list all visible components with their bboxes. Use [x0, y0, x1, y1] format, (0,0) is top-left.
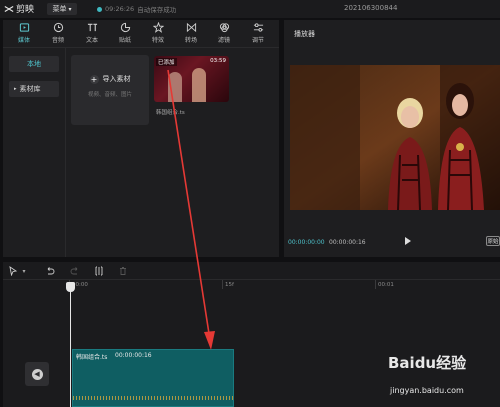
save-status: 09:26:26 自动保存成功 [97, 4, 176, 14]
menu-label: 菜单 [52, 5, 67, 13]
media-panel: 媒体 音频 文本 贴纸 特效 转场 滤镜 调节 本地 ▸ 素材库 + 导入素材 … [3, 20, 279, 257]
media-filename: 韩国组合.ts [156, 110, 185, 116]
watermark-brand: Baidu经验 [388, 354, 467, 372]
player-panel: 播放器 00:00:00:00 00:00:00:16 原始 [284, 20, 500, 257]
ruler-tick [375, 280, 376, 289]
filter-icon [219, 23, 229, 33]
play-button[interactable] [405, 237, 411, 245]
media-toolbar: 媒体 音频 文本 贴纸 特效 转场 滤镜 调节 [3, 20, 279, 48]
undo-button[interactable] [44, 265, 56, 277]
media-icon [19, 23, 29, 32]
audio-waveform [73, 396, 235, 400]
tab-audio-label: 音频 [51, 37, 64, 44]
added-badge: 已添加 [156, 58, 177, 66]
import-media-card[interactable]: + 导入素材 视频、音频、图片 [71, 55, 149, 125]
ruler-label: 00:01 [378, 282, 394, 288]
tab-sticker-label: 贴纸 [118, 37, 131, 44]
timeline-clip[interactable]: 韩国组合.ts 00:00:00:16 [72, 349, 235, 407]
nav-library[interactable]: ▸ 素材库 [9, 81, 59, 97]
sticker-icon [120, 22, 130, 33]
video-frame-image [290, 65, 500, 210]
chevron-down-icon: ▾ [22, 267, 26, 275]
delete-button[interactable] [117, 265, 129, 277]
tab-adjust-label: 调节 [251, 37, 264, 44]
undo-icon [47, 267, 55, 275]
timeline-toolbar: ▾ [3, 262, 500, 280]
tab-effects-label: 特效 [151, 37, 164, 44]
timeline-ruler[interactable]: 00:00 15f 00:01 [69, 280, 500, 292]
save-status-text: 自动保存成功 [137, 6, 177, 14]
audio-icon [53, 22, 63, 33]
save-ok-icon [97, 6, 102, 12]
media-thumbnail[interactable]: 已添加 03:59 [154, 56, 229, 102]
panel-divider [65, 47, 66, 257]
split-button[interactable] [93, 265, 105, 277]
app-name: 剪映 [16, 5, 35, 15]
text-icon [87, 23, 97, 32]
tab-effects[interactable]: 特效 [143, 22, 173, 46]
tab-media[interactable]: 媒体 [9, 22, 39, 46]
import-label: 导入素材 [102, 75, 131, 83]
project-title: 202106300844 [344, 4, 398, 12]
tab-text-label: 文本 [85, 37, 98, 44]
tab-transition[interactable]: 转场 [176, 22, 206, 46]
tab-audio[interactable]: 音频 [43, 22, 73, 46]
ruler-tick [222, 280, 223, 289]
import-row: + 导入素材 [71, 74, 149, 84]
thumb-figure [192, 68, 206, 102]
select-tool-button[interactable] [7, 265, 19, 277]
select-tool-dropdown[interactable]: ▾ [20, 265, 28, 277]
ruler-label: 15f [225, 282, 234, 288]
redo-button[interactable] [69, 265, 81, 277]
current-time: 00:00:00:00 [288, 239, 325, 246]
split-icon [95, 266, 103, 276]
watermark: Baidu经验 jingyan.baidu.com [388, 352, 498, 404]
title-bar: 剪映 菜单 ▾ 09:26:26 自动保存成功 202106300844 [0, 0, 500, 18]
player-title: 播放器 [294, 30, 315, 38]
playhead-line [70, 290, 71, 407]
tab-adjust[interactable]: 调节 [243, 22, 273, 46]
clip-name: 韩国组合.ts [76, 354, 108, 361]
caret-right-icon: ▸ [14, 86, 17, 92]
track-cover-button[interactable]: ◀ [25, 362, 49, 386]
watermark-url: jingyan.baidu.com [390, 386, 464, 395]
transition-icon [186, 22, 196, 33]
chevron-down-icon: ▾ [68, 5, 72, 13]
tab-sticker[interactable]: 贴纸 [110, 22, 140, 46]
thumb-figure [168, 72, 182, 102]
tab-transition-label: 转场 [184, 37, 197, 44]
trash-icon [120, 267, 126, 275]
capcut-logo-icon [4, 5, 14, 12]
adjust-icon [253, 23, 263, 32]
thumb-duration: 03:59 [210, 58, 226, 64]
tab-media-label: 媒体 [17, 37, 30, 44]
app-logo: 剪映 [4, 2, 34, 15]
nav-library-label: 素材库 [19, 85, 41, 93]
plus-icon: + [89, 74, 99, 84]
cursor-icon [9, 266, 18, 276]
cover-icon: ◀ [31, 368, 43, 380]
nav-local[interactable]: 本地 [9, 56, 59, 72]
redo-icon [70, 267, 78, 275]
video-preview[interactable] [290, 65, 500, 210]
tab-text[interactable]: 文本 [77, 22, 107, 46]
import-hint: 视频、音频、图片 [87, 92, 132, 98]
tab-filter[interactable]: 滤镜 [209, 22, 239, 46]
total-time: 00:00:00:16 [329, 239, 366, 246]
aspect-ratio-button[interactable]: 原始 [486, 236, 500, 246]
tab-filter-label: 滤镜 [217, 37, 230, 44]
menu-button[interactable]: 菜单 ▾ [47, 3, 77, 15]
effects-icon [152, 22, 164, 33]
save-time: 09:26:26 [105, 5, 135, 13]
clip-duration: 00:00:00:16 [115, 352, 152, 359]
